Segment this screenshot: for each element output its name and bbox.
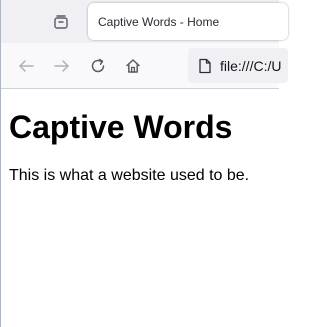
- page-paragraph: This is what a website used to be.: [9, 167, 250, 184]
- address-bar[interactable]: file:///C:/U: [188, 48, 288, 83]
- tab-overview-icon[interactable]: [51, 12, 71, 32]
- page-heading: Captive Words: [9, 109, 233, 145]
- tab-bar: Captive Words - Home: [1, 0, 288, 43]
- browser-window: Captive Words - Home file:///C:/U Captiv…: [0, 0, 288, 327]
- reload-icon[interactable]: [87, 55, 109, 77]
- tab-title: Captive Words - Home: [98, 14, 220, 29]
- active-tab[interactable]: Captive Words - Home: [88, 3, 288, 40]
- home-icon[interactable]: [122, 55, 144, 77]
- page-document-icon: [198, 58, 212, 74]
- back-arrow-icon[interactable]: [15, 55, 37, 77]
- url-text: file:///C:/U: [220, 57, 282, 74]
- navigation-toolbar: file:///C:/U: [1, 43, 288, 89]
- forward-arrow-icon[interactable]: [51, 55, 73, 77]
- page-content: Captive Words This is what a website use…: [1, 90, 279, 327]
